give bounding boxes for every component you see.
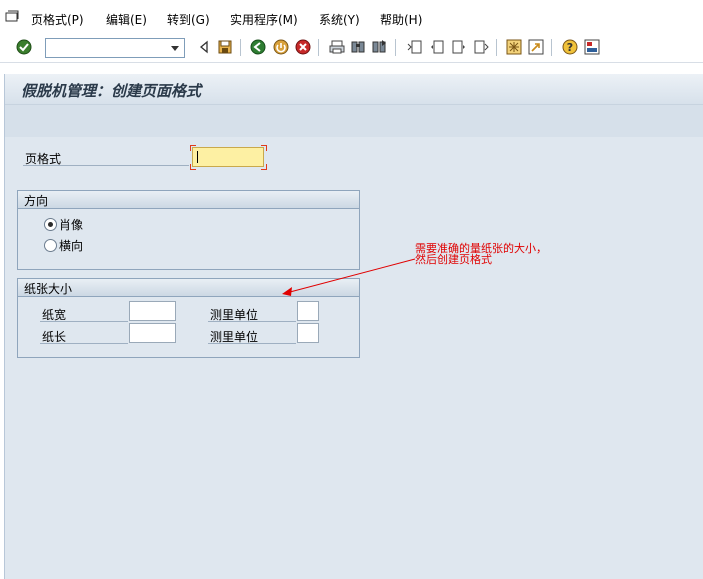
find-next-icon[interactable] xyxy=(371,39,387,55)
paper-size-group-header: 纸张大小 xyxy=(18,279,359,297)
customize-layout-icon[interactable] xyxy=(584,39,600,55)
orientation-group-header: 方向 xyxy=(18,191,359,209)
paper-length-input[interactable] xyxy=(129,323,176,343)
paper-size-group: 纸张大小 纸宽 测里单位 纸长 测里单位 xyxy=(17,278,360,358)
text-cursor xyxy=(197,151,198,163)
label-underline xyxy=(208,343,296,344)
page-format-input[interactable] xyxy=(192,147,264,167)
menu-goto[interactable]: 转到(G) xyxy=(167,11,210,28)
toolbar-separator xyxy=(240,39,241,56)
orientation-group-title: 方向 xyxy=(24,194,49,208)
radio-landscape-label[interactable]: 横向 xyxy=(59,237,83,254)
create-session-icon[interactable] xyxy=(506,39,522,55)
menu-bar: 页格式(P) 编辑(E) 转到(G) 实用程序(M) 系统(Y) 帮助(H) xyxy=(0,0,703,34)
cancel-icon[interactable] xyxy=(295,39,311,55)
command-field[interactable] xyxy=(45,38,185,58)
required-corner xyxy=(190,145,196,151)
menu-system[interactable]: 系统(Y) xyxy=(319,11,360,28)
label-underline xyxy=(40,343,128,344)
menu-page-format[interactable]: 页格式(P) xyxy=(31,11,84,28)
menu-edit[interactable]: 编辑(E) xyxy=(106,11,147,28)
shortcut-icon[interactable] xyxy=(528,39,544,55)
enter-check-icon[interactable] xyxy=(16,39,32,55)
annotation-text: 需要准确的量纸张的大小， 然后创建页格式 xyxy=(415,243,575,265)
save-icon[interactable] xyxy=(217,39,233,55)
next-page-icon[interactable] xyxy=(451,39,467,55)
back-icon[interactable] xyxy=(250,39,266,55)
paper-length-unit-input[interactable] xyxy=(297,323,319,343)
required-corner xyxy=(261,145,267,151)
title-bar: 假脱机管理：创建页面格式 xyxy=(5,74,703,105)
required-corner xyxy=(190,164,196,170)
toolbar-separator xyxy=(551,39,552,56)
radio-landscape[interactable] xyxy=(44,239,57,252)
last-page-icon[interactable] xyxy=(473,39,489,55)
menu-help[interactable]: 帮助(H) xyxy=(380,11,422,28)
required-corner xyxy=(261,164,267,170)
form-area: 页格式 方向 肖像 横向 纸张大小 纸宽 测里单位 纸长 测里单位 xyxy=(5,137,703,579)
label-underline xyxy=(208,321,296,322)
print-icon[interactable] xyxy=(329,39,345,55)
main-window: 假脱机管理：创建页面格式 页格式 方向 肖像 横向 纸张大小 纸宽 测里单位 纸… xyxy=(4,74,703,579)
menu-utilities[interactable]: 实用程序(M) xyxy=(230,11,298,28)
first-page-icon[interactable] xyxy=(407,39,423,55)
label-underline xyxy=(40,321,128,322)
paper-width-input[interactable] xyxy=(129,301,176,321)
help-icon[interactable]: ? xyxy=(562,39,578,55)
toolbar-separator xyxy=(318,39,319,56)
paper-width-unit-input[interactable] xyxy=(297,301,319,321)
menu-window-icon[interactable] xyxy=(5,10,19,22)
toolbar-separator xyxy=(496,39,497,56)
command-dropdown-icon[interactable] xyxy=(168,41,182,55)
exit-icon[interactable] xyxy=(273,39,289,55)
previous-page-icon[interactable] xyxy=(429,39,445,55)
orientation-group: 方向 肖像 横向 xyxy=(17,190,360,270)
label-underline xyxy=(23,165,189,166)
application-toolbar xyxy=(5,105,703,137)
radio-portrait-label[interactable]: 肖像 xyxy=(59,216,83,233)
toolbar-separator xyxy=(395,39,396,56)
back-arrow-small-icon[interactable] xyxy=(196,39,212,55)
find-icon[interactable] xyxy=(350,39,366,55)
page-title: 假脱机管理：创建页面格式 xyxy=(21,82,202,100)
paper-size-group-title: 纸张大小 xyxy=(24,282,73,296)
radio-portrait[interactable] xyxy=(44,218,57,231)
annotation-line-2: 然后创建页格式 xyxy=(415,253,492,266)
svg-text:?: ? xyxy=(567,41,573,54)
